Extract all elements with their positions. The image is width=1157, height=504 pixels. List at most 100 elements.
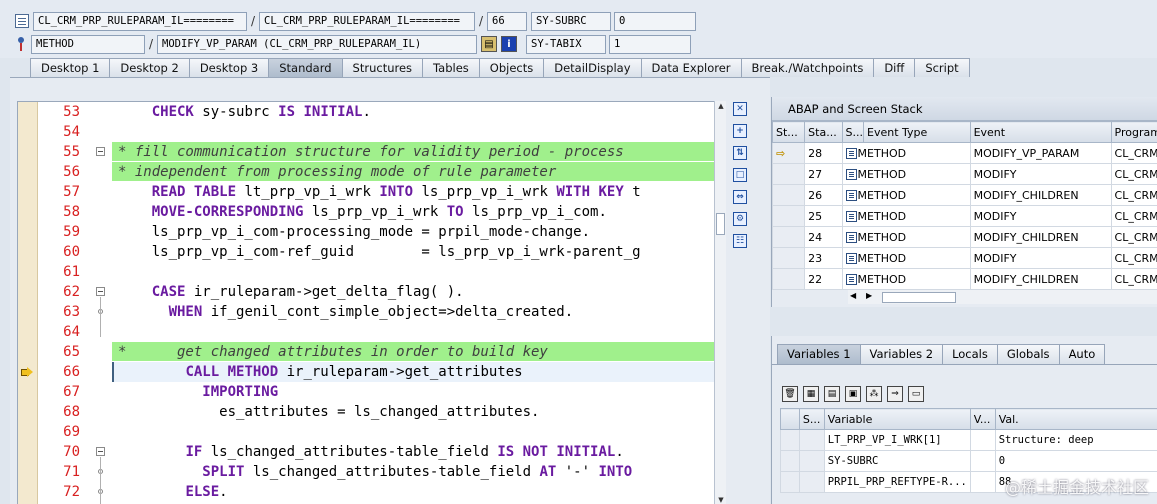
list-icon[interactable]: ▤ [824,386,840,402]
stack-column-header[interactable]: Sta... [804,121,843,143]
stack-row[interactable]: 22 METHOD MODIFY_CHILDREN CL_CRM [771,268,1157,290]
variables-column-header[interactable]: S... [798,408,825,430]
stack-row[interactable]: ⇨ 28 METHOD MODIFY_VP_PARAM CL_CRM [771,142,1157,164]
close-icon[interactable]: ✕ [733,102,747,116]
stack-row[interactable]: 25 METHOD MODIFY CL_CRM [771,205,1157,227]
export-icon[interactable]: ⇒ [887,386,903,402]
code-line[interactable]: 53 CHECK sy-subrc IS INITIAL. [18,102,714,122]
tab-desktop-3[interactable]: Desktop 3 [188,58,270,77]
tab-data-explorer[interactable]: Data Explorer [640,58,742,77]
tab-auto[interactable]: Auto [1058,344,1106,364]
sysvar2-value-field[interactable]: 1 [609,34,691,54]
tab-standard[interactable]: Standard [268,58,343,77]
row-selector-header[interactable] [780,408,800,430]
event-type-field[interactable]: METHOD [31,34,145,54]
tab-locals[interactable]: Locals [942,344,998,364]
code-line[interactable]: 71 SPLIT ls_changed_attributes-table_fie… [18,462,714,482]
tab-desktop-1[interactable]: Desktop 1 [30,58,111,77]
scroll-left-icon[interactable]: ◀ [850,291,856,300]
swap-icon[interactable]: ⇅ [733,146,747,160]
include-field[interactable]: CL_CRM_PRP_RULEPARAM_IL======== [33,11,247,31]
code-line[interactable]: 68 es_attributes = ls_changed_attributes… [18,402,714,422]
stack-column-header[interactable]: St... [771,121,806,143]
stack-icon[interactable]: ▤ [481,36,497,52]
exchange-icon[interactable]: ⇔ [733,190,747,204]
stack-row[interactable]: 23 METHOD MODIFY CL_CRM [771,247,1157,269]
code-line[interactable]: 57 READ TABLE lt_prp_vp_i_wrk INTO ls_pr… [18,182,714,202]
variable-name[interactable]: LT_PRP_VP_I_WRK[1] [823,429,971,451]
save-icon[interactable]: ▣ [845,386,861,402]
stack-column-header[interactable]: S... [841,121,865,143]
code-line[interactable]: 67 IMPORTING [18,382,714,402]
stack-hscrollbar[interactable]: ◀ ▶ [848,290,1157,304]
code-line[interactable]: 59 ls_prp_vp_i_com-processing_mode = prp… [18,222,714,242]
code-line[interactable]: 56 * independent from processing mode of … [18,162,714,182]
sysvar-value-field[interactable]: 0 [614,11,696,31]
tab-variables-2[interactable]: Variables 2 [859,344,944,364]
row-selector[interactable] [780,471,800,493]
row-selector[interactable] [780,450,800,472]
scroll-thumb[interactable] [882,292,956,303]
editor-scrollbar[interactable]: ▲ ▼ [714,101,726,504]
code-line[interactable]: 69 [18,422,714,442]
scroll-up-icon[interactable]: ▲ [716,101,726,111]
tab-variables-1[interactable]: Variables 1 [777,344,861,364]
scroll-right-icon[interactable]: ▶ [866,291,872,300]
code-line[interactable]: 63 WHEN if_genil_cont_simple_object=>del… [18,302,714,322]
tab-tables[interactable]: Tables [422,58,480,77]
info-icon[interactable]: i [501,36,517,52]
fold-toggle-icon[interactable] [96,287,105,296]
code-line[interactable]: 54 [18,122,714,142]
variable-name[interactable]: PRPIL_PRP_REFTYPE-R... [823,471,971,493]
tab-objects[interactable]: Objects [478,58,545,77]
tab-globals[interactable]: Globals [996,344,1060,364]
code-line[interactable]: 65 * get changed attributes in order to b… [18,342,714,362]
maximize-icon[interactable]: □ [733,168,747,182]
variable-value[interactable]: Structure: deep [994,429,1157,451]
tab-desktop-2[interactable]: Desktop 2 [109,58,190,77]
code-line[interactable]: 70 IF ls_changed_attributes-table_field … [18,442,714,462]
row-selector[interactable] [780,429,800,451]
code-line[interactable]: 72 ELSE. [18,482,714,502]
detail-icon[interactable]: ▦ [803,386,819,402]
variable-name[interactable]: SY-SUBRC [823,450,971,472]
new-tool-icon[interactable]: + [733,124,747,138]
variable-value[interactable]: 0 [994,450,1157,472]
tools-icon[interactable]: ☷ [733,234,747,248]
tab-break-watchpoints[interactable]: Break./Watchpoints [740,58,875,77]
stack-row[interactable]: 24 METHOD MODIFY_CHILDREN CL_CRM [771,226,1157,248]
fold-toggle-icon[interactable] [96,447,105,456]
code-line[interactable]: 66 CALL METHOD ir_ruleparam->get_attribu… [18,362,714,382]
code-line[interactable]: 55 * fill communication structure for val… [18,142,714,162]
fold-toggle-icon[interactable] [96,147,105,156]
event-field[interactable]: MODIFY_VP_PARAM (CL_CRM_PRP_RULEPARAM_IL… [157,34,477,54]
stack-column-header[interactable]: Event Type [863,121,971,143]
tab-structures[interactable]: Structures [341,58,424,77]
delete-icon[interactable]: 🗑 [782,386,798,402]
code-line[interactable]: 60 ls_prp_vp_i_com-ref_guid = ls_prp_vp_… [18,242,714,262]
variables-column-header[interactable]: Val. [994,408,1157,430]
tab-detaildisplay[interactable]: DetailDisplay [543,58,642,77]
code-line[interactable]: 64 [18,322,714,342]
scroll-thumb[interactable] [716,213,725,235]
code-line[interactable]: 61 [18,262,714,282]
program-field[interactable]: CL_CRM_PRP_RULEPARAM_IL======== [259,11,475,31]
code-line[interactable]: 62 CASE ir_ruleparam->get_delta_flag( ). [18,282,714,302]
line-number-field[interactable]: 66 [487,11,527,31]
variables-column-header[interactable]: V... [969,408,996,430]
tab-diff[interactable]: Diff [873,58,916,77]
variable-row[interactable]: LT_PRP_VP_I_WRK[1] Structure: deep [780,429,1157,451]
stack-row[interactable]: 26 METHOD MODIFY_CHILDREN CL_CRM [771,184,1157,206]
variable-row[interactable]: SY-SUBRC 0 [780,450,1157,472]
stack-row[interactable]: 27 METHOD MODIFY CL_CRM [771,163,1157,185]
stack-column-header[interactable]: Event [969,121,1112,143]
sysvar2-name-field[interactable]: SY-TABIX [526,34,606,54]
code-line[interactable]: 58 MOVE-CORRESPONDING ls_prp_vp_i_wrk TO… [18,202,714,222]
stack-column-header[interactable]: Program [1110,121,1157,143]
scroll-down-icon[interactable]: ▼ [716,495,726,504]
tab-script[interactable]: Script [914,58,970,77]
sysvar-name-field[interactable]: SY-SUBRC [531,11,611,31]
variables-column-header[interactable]: Variable [823,408,971,430]
hierarchy-icon[interactable]: ⁂ [866,386,882,402]
folder-icon[interactable]: ▭ [908,386,924,402]
